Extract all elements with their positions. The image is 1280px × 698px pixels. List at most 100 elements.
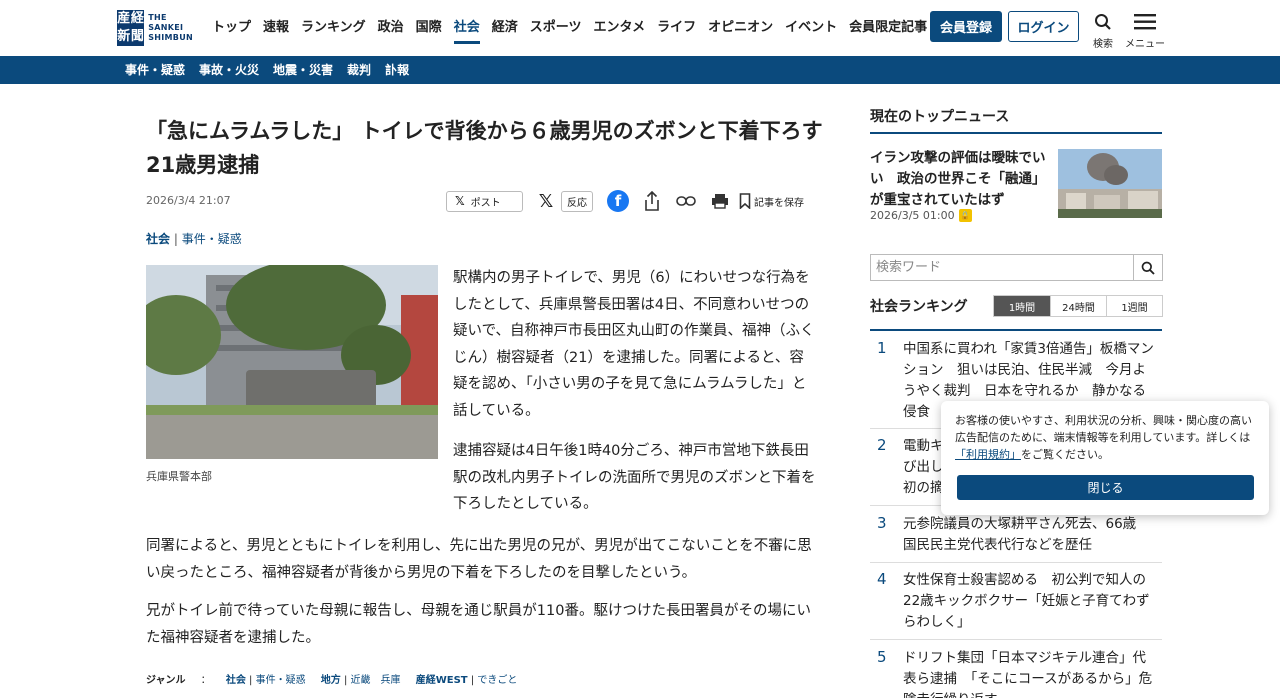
facebook-icon[interactable]: f	[607, 190, 629, 212]
ranking-tabs: 1時間 24時間 1週間	[993, 295, 1163, 317]
article-photo[interactable]	[146, 265, 438, 459]
top-news-divider	[870, 132, 1162, 134]
ranking-item[interactable]: 5 ドリフト集団「日本マジキテル連合」代表ら逮捕 「そこにコースがあるから」危険…	[870, 648, 1162, 698]
sankei-logo[interactable]: 産 経 新 聞 THE SANKEI SHIMBUN	[117, 10, 193, 46]
article-date: 2026/3/4 21:07	[146, 194, 231, 207]
logo-char: 聞	[130, 29, 144, 44]
genre-link-events[interactable]: できごと	[477, 675, 517, 686]
save-label: 記事を保存	[754, 197, 804, 209]
nav-breaking[interactable]: 速報	[257, 18, 295, 38]
ranking-heading: 社会ランキング	[870, 299, 968, 315]
ranking-number: 1	[877, 339, 887, 357]
top-news-thumbnail[interactable]	[1058, 149, 1162, 218]
hamburger-icon	[1125, 13, 1165, 35]
nav-international[interactable]: 国際	[410, 18, 448, 38]
genre-link-incidents[interactable]: 事件・疑惑	[256, 675, 306, 686]
ranking-item[interactable]: 4 女性保育士殺害認める 初公判で知人の22歳キックボクサー「妊娠と子育てわずら…	[870, 570, 1162, 640]
logo-text-line: THE	[148, 13, 167, 22]
genre-link-society[interactable]: 社会	[226, 675, 246, 686]
photo-caption: 兵庫県警本部	[146, 470, 212, 483]
logo-mark: 産 経 新 聞	[117, 10, 145, 46]
x-post-label: ポスト	[470, 197, 501, 209]
x-react-button[interactable]: 反応	[561, 190, 593, 212]
header-search-button[interactable]: 検索	[1083, 13, 1123, 50]
logo-char: 産	[117, 11, 131, 26]
nav-economy[interactable]: 経済	[486, 18, 524, 38]
top-news-title[interactable]: イラン攻撃の評価は曖昧でいい 政治の世界こそ「融通」が重宝されていたはず	[870, 148, 1055, 211]
nav-event[interactable]: イベント	[779, 18, 843, 38]
genre-label: ジャンル	[146, 675, 186, 686]
subnav-incidents[interactable]: 事件・疑惑	[118, 56, 192, 84]
ranking-tab-24h[interactable]: 24時間	[1050, 296, 1106, 316]
x-logo-icon: 𝕏	[455, 194, 465, 208]
cookie-consent-popup: お客様の使いやすさ、利用状況の分析、興味・関心度の高い広告配信のために、端末情報…	[941, 401, 1269, 515]
ranking-number: 4	[877, 570, 887, 588]
site-header: 産 経 新 聞 THE SANKEI SHIMBUN トップ 速報 ランキング …	[0, 0, 1280, 56]
nav-opinion[interactable]: オピニオン	[702, 18, 779, 38]
subnav-disasters[interactable]: 地震・災害	[266, 56, 340, 84]
logo-text: THE SANKEI SHIMBUN	[148, 13, 193, 43]
ranking-number: 5	[877, 648, 887, 666]
login-button[interactable]: ログイン	[1008, 11, 1079, 42]
ranking-tab-1w[interactable]: 1週間	[1106, 296, 1162, 316]
genre-link-region[interactable]: 地方	[321, 675, 341, 686]
genre-link-kinki[interactable]: 近畿 兵庫	[351, 675, 401, 686]
save-article-button[interactable]: 記事を保存	[739, 193, 804, 209]
nav-top[interactable]: トップ	[206, 18, 257, 38]
sidebar-search	[870, 254, 1163, 281]
ranking-divider	[870, 329, 1162, 331]
nav-politics[interactable]: 政治	[372, 18, 410, 38]
register-button[interactable]: 会員登録	[930, 11, 1002, 42]
nav-entertainment[interactable]: エンタメ	[587, 18, 651, 38]
nav-life[interactable]: ライフ	[651, 18, 702, 38]
share-bar: 𝕏 ポスト 𝕏 反応 f 記事を保存	[446, 189, 804, 213]
header-menu-button[interactable]: メニュー	[1125, 13, 1165, 50]
search-label: 検索	[1093, 39, 1113, 50]
nav-sports[interactable]: スポーツ	[524, 18, 588, 38]
ranking-title: ドリフト集団「日本マジキテル連合」代表ら逮捕 「そこにコースがあるから」危険走行…	[903, 650, 1153, 698]
subnav-accidents[interactable]: 事故・火災	[192, 56, 266, 84]
cookie-text: お客様の使いやすさ、利用状況の分析、興味・関心度の高い広告配信のために、端末情報…	[955, 412, 1259, 463]
category-separator: |	[173, 232, 178, 246]
ranking-item[interactable]: 3 元参院議員の大塚耕平さん死去、66歳 国民民主党代表代行などを歴任	[870, 514, 1162, 563]
nav-ranking[interactable]: ランキング	[295, 18, 372, 38]
top-news-date: 2026/3/5 01:00 🔒	[870, 209, 972, 222]
nav-society[interactable]: 社会	[448, 18, 486, 44]
category-main-link[interactable]: 社会	[146, 232, 170, 246]
genre-link-west[interactable]: 産経WEST	[416, 675, 468, 686]
share-icon[interactable]	[641, 190, 663, 212]
search-input[interactable]	[871, 255, 1133, 280]
cookie-close-button[interactable]: 閉じる	[957, 475, 1254, 500]
search-submit-button[interactable]	[1133, 255, 1162, 280]
article-headline: 「急にムラムラした」 トイレで背後から６歳男児のズボンと下着下ろす 21歳男逮捕	[146, 119, 844, 177]
category-sub-link[interactable]: 事件・疑惑	[182, 232, 242, 246]
top-news-heading: 現在のトップニュース	[870, 109, 1010, 125]
article-category: 社会 | 事件・疑惑	[146, 230, 242, 247]
bookmark-icon	[739, 193, 751, 209]
logo-text-line: SHIMBUN	[148, 33, 193, 42]
article-paragraph: 同署によると、男児とともにトイレを利用し、先に出た男児の兄が、男児が出てこないこ…	[146, 538, 812, 581]
terms-link[interactable]: 「利用規約」	[955, 448, 1021, 461]
ranking-tab-1h[interactable]: 1時間	[994, 296, 1050, 316]
logo-text-line: SANKEI	[148, 23, 184, 32]
genre-row: ジャンル ： 社会 | 事件・疑惑 地方 | 近畿 兵庫 産経WEST | でき…	[146, 675, 518, 686]
sub-nav: 事件・疑惑 事故・火災 地震・災害 裁判 訃報	[0, 56, 1280, 84]
logo-char: 新	[117, 29, 131, 44]
menu-label: メニュー	[1125, 39, 1165, 50]
cookie-text-end: をご覧ください。	[1021, 448, 1109, 461]
article-paragraph: 駅構内の男子トイレで、男児（6）にわいせつな行為をしたとして、兵庫県警長田署は4…	[453, 270, 815, 419]
article-paragraph: 兄がトイレ前で待っていた母親に報告し、母親を通じ駅員が110番。駆けつけた長田署…	[146, 603, 811, 646]
subnav-obituaries[interactable]: 訃報	[378, 56, 416, 84]
x-post-button[interactable]: 𝕏 ポスト	[446, 190, 523, 212]
subnav-trials[interactable]: 裁判	[340, 56, 378, 84]
ranking-title: 女性保育士殺害認める 初公判で知人の22歳キックボクサー「妊娠と子育てわずらわし…	[903, 572, 1150, 630]
x-react-icon[interactable]: 𝕏	[535, 191, 557, 212]
ranking-title: 元参院議員の大塚耕平さん死去、66歳 国民民主党代表代行などを歴任	[903, 516, 1150, 553]
print-icon[interactable]	[709, 190, 731, 212]
top-news-date-text: 2026/3/5 01:00	[870, 209, 955, 222]
search-icon	[1141, 261, 1155, 275]
link-icon[interactable]	[675, 190, 697, 212]
ranking-number: 3	[877, 514, 887, 532]
genre-colon: ：	[200, 675, 211, 686]
nav-members[interactable]: 会員限定記事	[843, 18, 933, 38]
